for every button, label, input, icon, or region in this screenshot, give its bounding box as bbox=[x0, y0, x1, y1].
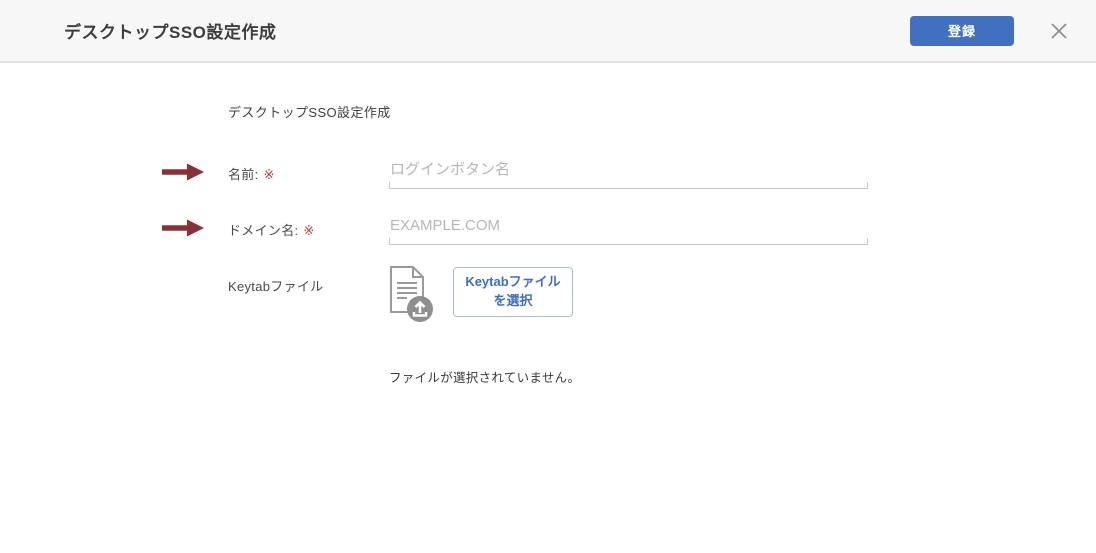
document-upload-icon bbox=[389, 265, 435, 323]
dialog-header: デスクトップSSO設定作成 登録 bbox=[0, 0, 1096, 63]
close-icon bbox=[1048, 20, 1070, 42]
name-field-label: 名前: bbox=[228, 167, 259, 182]
domain-field-label: ドメイン名: bbox=[228, 223, 298, 238]
domain-field-row: ドメイン名: ※ bbox=[228, 211, 1096, 245]
name-field-label-wrap: 名前: ※ bbox=[228, 155, 389, 183]
register-button[interactable]: 登録 bbox=[910, 16, 1014, 46]
keytab-field-label: Keytabファイル bbox=[228, 267, 389, 295]
domain-field-wrap bbox=[389, 211, 868, 245]
name-field-wrap bbox=[389, 155, 868, 189]
required-pointer-arrow-icon bbox=[160, 218, 204, 238]
form-area: デスクトップSSO設定作成 名前: ※ ドメイン名: ※ bbox=[0, 102, 1096, 386]
name-field-row: 名前: ※ bbox=[228, 155, 1096, 189]
name-input[interactable] bbox=[389, 155, 868, 189]
required-mark: ※ bbox=[264, 167, 275, 182]
close-button[interactable] bbox=[1046, 18, 1072, 44]
keytab-select-button[interactable]: Keytabファイルを選択 bbox=[453, 267, 573, 317]
keytab-field-wrap: Keytabファイルを選択 bbox=[389, 267, 573, 323]
form-title: デスクトップSSO設定作成 bbox=[228, 102, 1096, 121]
domain-field-label-wrap: ドメイン名: ※ bbox=[228, 211, 389, 239]
keytab-field-row: Keytabファイル bbox=[228, 267, 1096, 323]
file-status-text: ファイルが選択されていません。 bbox=[389, 367, 1096, 386]
dialog-title: デスクトップSSO設定作成 bbox=[64, 18, 910, 43]
required-pointer-arrow-icon bbox=[160, 162, 204, 182]
domain-input[interactable] bbox=[389, 211, 868, 245]
required-mark: ※ bbox=[303, 223, 314, 238]
file-upload-dropzone[interactable] bbox=[389, 265, 435, 323]
